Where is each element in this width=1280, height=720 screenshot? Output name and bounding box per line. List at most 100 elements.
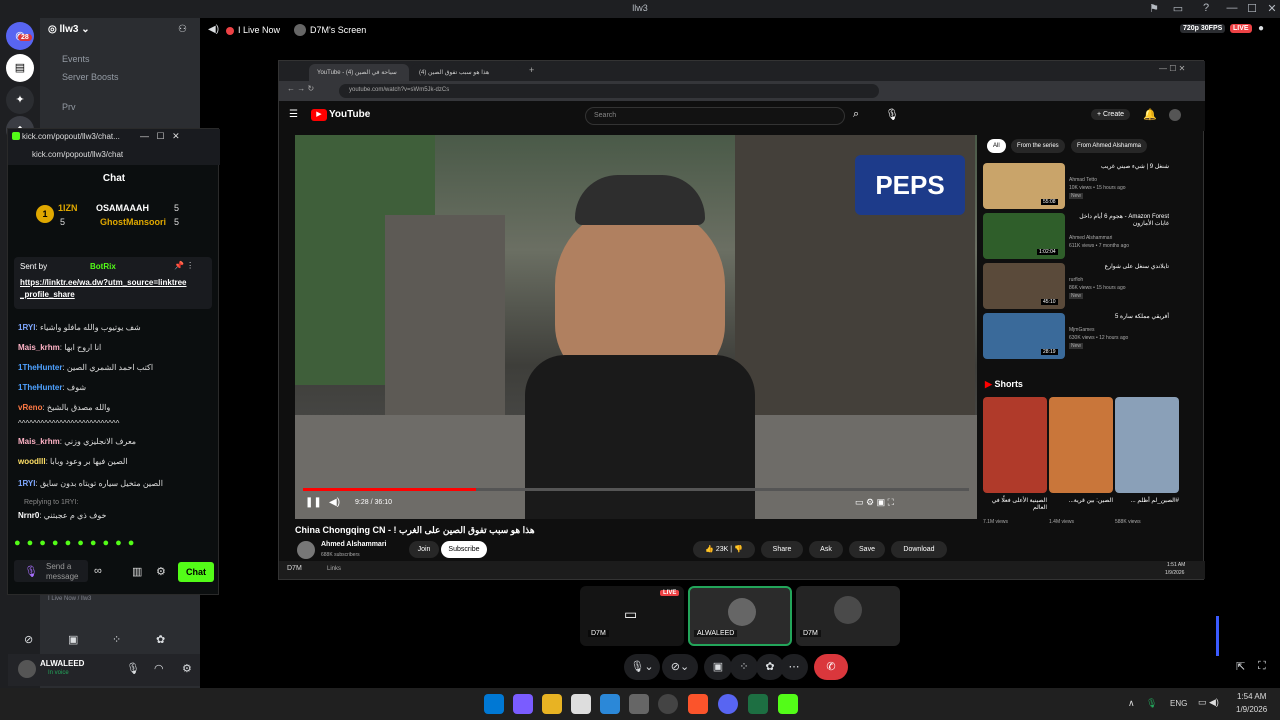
ask-button[interactable]: Ask — [809, 541, 843, 558]
share-icon[interactable]: ▣ — [68, 633, 78, 646]
calculator-icon[interactable] — [629, 694, 649, 714]
menu-icon[interactable]: ☰ — [289, 109, 298, 120]
video-player[interactable]: PEPS ❚❚ ◀) 9:28 / 36:10 ▭ ⚙ ▣ ⛶ — [295, 135, 977, 519]
kick-icon[interactable] — [778, 694, 798, 714]
download-button[interactable]: Download — [891, 541, 947, 558]
add-member-icon[interactable]: ⚇ — [178, 24, 187, 35]
excel-icon[interactable] — [748, 694, 768, 714]
mic-icon[interactable]: 🎙 — [126, 662, 140, 675]
popout-icon[interactable]: ⇱ — [1236, 660, 1245, 673]
channel-name[interactable]: Ahmed Alshammari — [321, 541, 386, 548]
emote-bar[interactable]: ●●●●●●●●●● — [14, 537, 214, 549]
tile-screen-share[interactable]: ▭ LIVE D7M — [580, 586, 684, 646]
create-button[interactable]: + Create — [1091, 109, 1131, 120]
rec-item[interactable]: 28:19 أفريقي مملكة سارة 5 MjmGames 630K … — [983, 313, 1193, 361]
network-icon[interactable]: ▭ ◀) — [1198, 697, 1219, 708]
headset-icon[interactable]: ◠ — [154, 662, 164, 675]
tab-2[interactable]: هذا هو سبب تفوق الصين (4) — [411, 64, 519, 81]
inbox-icon[interactable]: ▭ — [1168, 2, 1188, 15]
tab-1[interactable]: YouTube - سياحة في الصين (4) — [309, 64, 409, 81]
join-button[interactable]: Join — [409, 541, 439, 558]
avatar[interactable] — [18, 660, 36, 678]
user-icon[interactable]: ● — [1258, 23, 1264, 34]
chip-all[interactable]: All — [987, 139, 1006, 153]
activity-button[interactable]: ⁘ — [730, 654, 758, 680]
server-name[interactable]: ◎ llw3 ⌄ — [48, 24, 90, 35]
more-button[interactable]: ⋯ — [780, 654, 808, 680]
new-tab-icon[interactable]: + — [529, 65, 534, 75]
rec-item[interactable]: 1:02:04 Amazon Forest - هجوم 6 أيام داخل… — [983, 213, 1193, 261]
chip-channel[interactable]: From Ahmed Alshamma — [1071, 139, 1148, 153]
clock-time[interactable]: 1:54 AM — [1237, 692, 1266, 701]
help-icon[interactable]: ? — [1196, 2, 1216, 14]
channel-avatar[interactable] — [297, 541, 315, 559]
disconnect-button[interactable]: ✆ — [814, 654, 848, 680]
channel-events[interactable]: Events — [62, 54, 90, 64]
minimize-button[interactable]: — — [1222, 2, 1242, 14]
fullscreen-icon[interactable]: ⛶ — [1258, 660, 1266, 673]
send-chat-button[interactable]: Chat — [178, 562, 214, 582]
clock-date[interactable]: 1/9/2026 — [1236, 705, 1267, 714]
kick-address-bar[interactable]: kick.com/popout/llw3/chat — [8, 145, 220, 165]
subscribe-button[interactable]: Subscribe — [441, 541, 487, 558]
save-button[interactable]: Save — [849, 541, 885, 558]
brave-icon[interactable] — [688, 694, 708, 714]
volume-slider[interactable] — [1216, 616, 1219, 656]
camera-button[interactable]: ⊘⌄ — [662, 654, 698, 680]
soundboard-icon[interactable]: ✿ — [156, 633, 165, 646]
pin-icon[interactable]: 📌 ⋮ — [174, 261, 194, 270]
kick-window-controls[interactable]: — ☐ ✕ — [140, 131, 180, 142]
tray-arrow-icon[interactable]: ∧ — [1128, 698, 1135, 709]
short-thumb[interactable] — [983, 397, 1047, 493]
close-button[interactable]: ✕ — [1262, 2, 1280, 15]
short-thumb[interactable] — [1049, 397, 1113, 493]
discord-icon[interactable] — [718, 694, 738, 714]
speaker-icon[interactable]: ◀) — [208, 24, 219, 35]
screen-share-off-icon[interactable]: ⊘ — [24, 633, 33, 646]
store-icon[interactable]: ▥ — [132, 565, 142, 578]
obs-icon[interactable] — [658, 694, 678, 714]
language-indicator[interactable]: ENG — [1170, 699, 1187, 708]
account-avatar[interactable] — [1169, 109, 1181, 121]
maximize-button[interactable]: ☐ — [1242, 2, 1262, 15]
share-button[interactable]: Share — [761, 541, 803, 558]
youtube-logo-icon[interactable]: ▶ — [311, 109, 327, 121]
window-controls[interactable]: — ☐ ✕ — [1159, 64, 1185, 73]
search-input[interactable]: Search — [585, 107, 845, 125]
mic-icon[interactable]: 🎙 — [24, 565, 38, 578]
tile-participant[interactable]: D7M — [796, 586, 900, 646]
notifications-icon[interactable]: 🔔 — [1143, 108, 1157, 121]
player-controls-icons[interactable]: ▭ ⚙ ▣ ⛶ — [855, 497, 894, 508]
pinned-message[interactable]: Sent by BotRix 📌 ⋮ https://linktr.ee/wa.… — [14, 257, 212, 309]
emote-icon[interactable]: ∞ — [94, 565, 102, 577]
server-icon-llw3[interactable]: ▤ — [6, 54, 34, 82]
store-icon[interactable] — [600, 694, 620, 714]
settings-icon[interactable]: ⚙ — [156, 565, 166, 578]
notepad-icon[interactable] — [571, 694, 591, 714]
tray-mic-icon[interactable]: 🎙 — [1146, 698, 1157, 709]
chip-series[interactable]: From the series — [1011, 139, 1065, 153]
file-explorer-icon[interactable] — [542, 694, 562, 714]
channel-prv[interactable]: Prv — [62, 102, 76, 112]
activities-icon[interactable]: ⁘ — [112, 633, 121, 646]
mute-button[interactable]: 🎙⌄ — [624, 654, 660, 680]
pause-icon[interactable]: ❚❚ — [305, 497, 322, 508]
start-icon[interactable] — [484, 694, 504, 714]
search-icon[interactable]: ⌕ — [853, 108, 859, 121]
rec-item[interactable]: 45:10 تايلاندي سنغل على شوارع rurfloh 86… — [983, 263, 1193, 311]
server-icon-2[interactable]: ✦ — [6, 86, 34, 114]
nav-buttons[interactable]: ← → ↻ — [287, 84, 314, 93]
settings-icon[interactable]: ⚙ — [182, 662, 192, 675]
short-thumb[interactable] — [1115, 397, 1179, 493]
share-screen-button[interactable]: ▣ — [704, 654, 732, 680]
rec-item[interactable]: 55:08 شنغل 9 | شيء صيني غريب Ahmad Tetto… — [983, 163, 1193, 211]
tile-participant[interactable]: ALWALEED — [688, 586, 792, 646]
progress-bar[interactable] — [303, 488, 969, 491]
address-bar[interactable]: youtube.com/watch?v=sWm5Jk-dzCs — [339, 84, 879, 98]
pin-icon[interactable]: ⚑ — [1144, 2, 1164, 15]
volume-icon[interactable]: ◀) — [329, 497, 340, 508]
voice-search-icon[interactable]: 🎙 — [885, 108, 899, 121]
copilot-icon[interactable] — [513, 694, 533, 714]
channel-server-boosts[interactable]: Server Boosts — [62, 72, 119, 82]
like-button[interactable]: 👍 23K | 👎 — [693, 541, 755, 558]
